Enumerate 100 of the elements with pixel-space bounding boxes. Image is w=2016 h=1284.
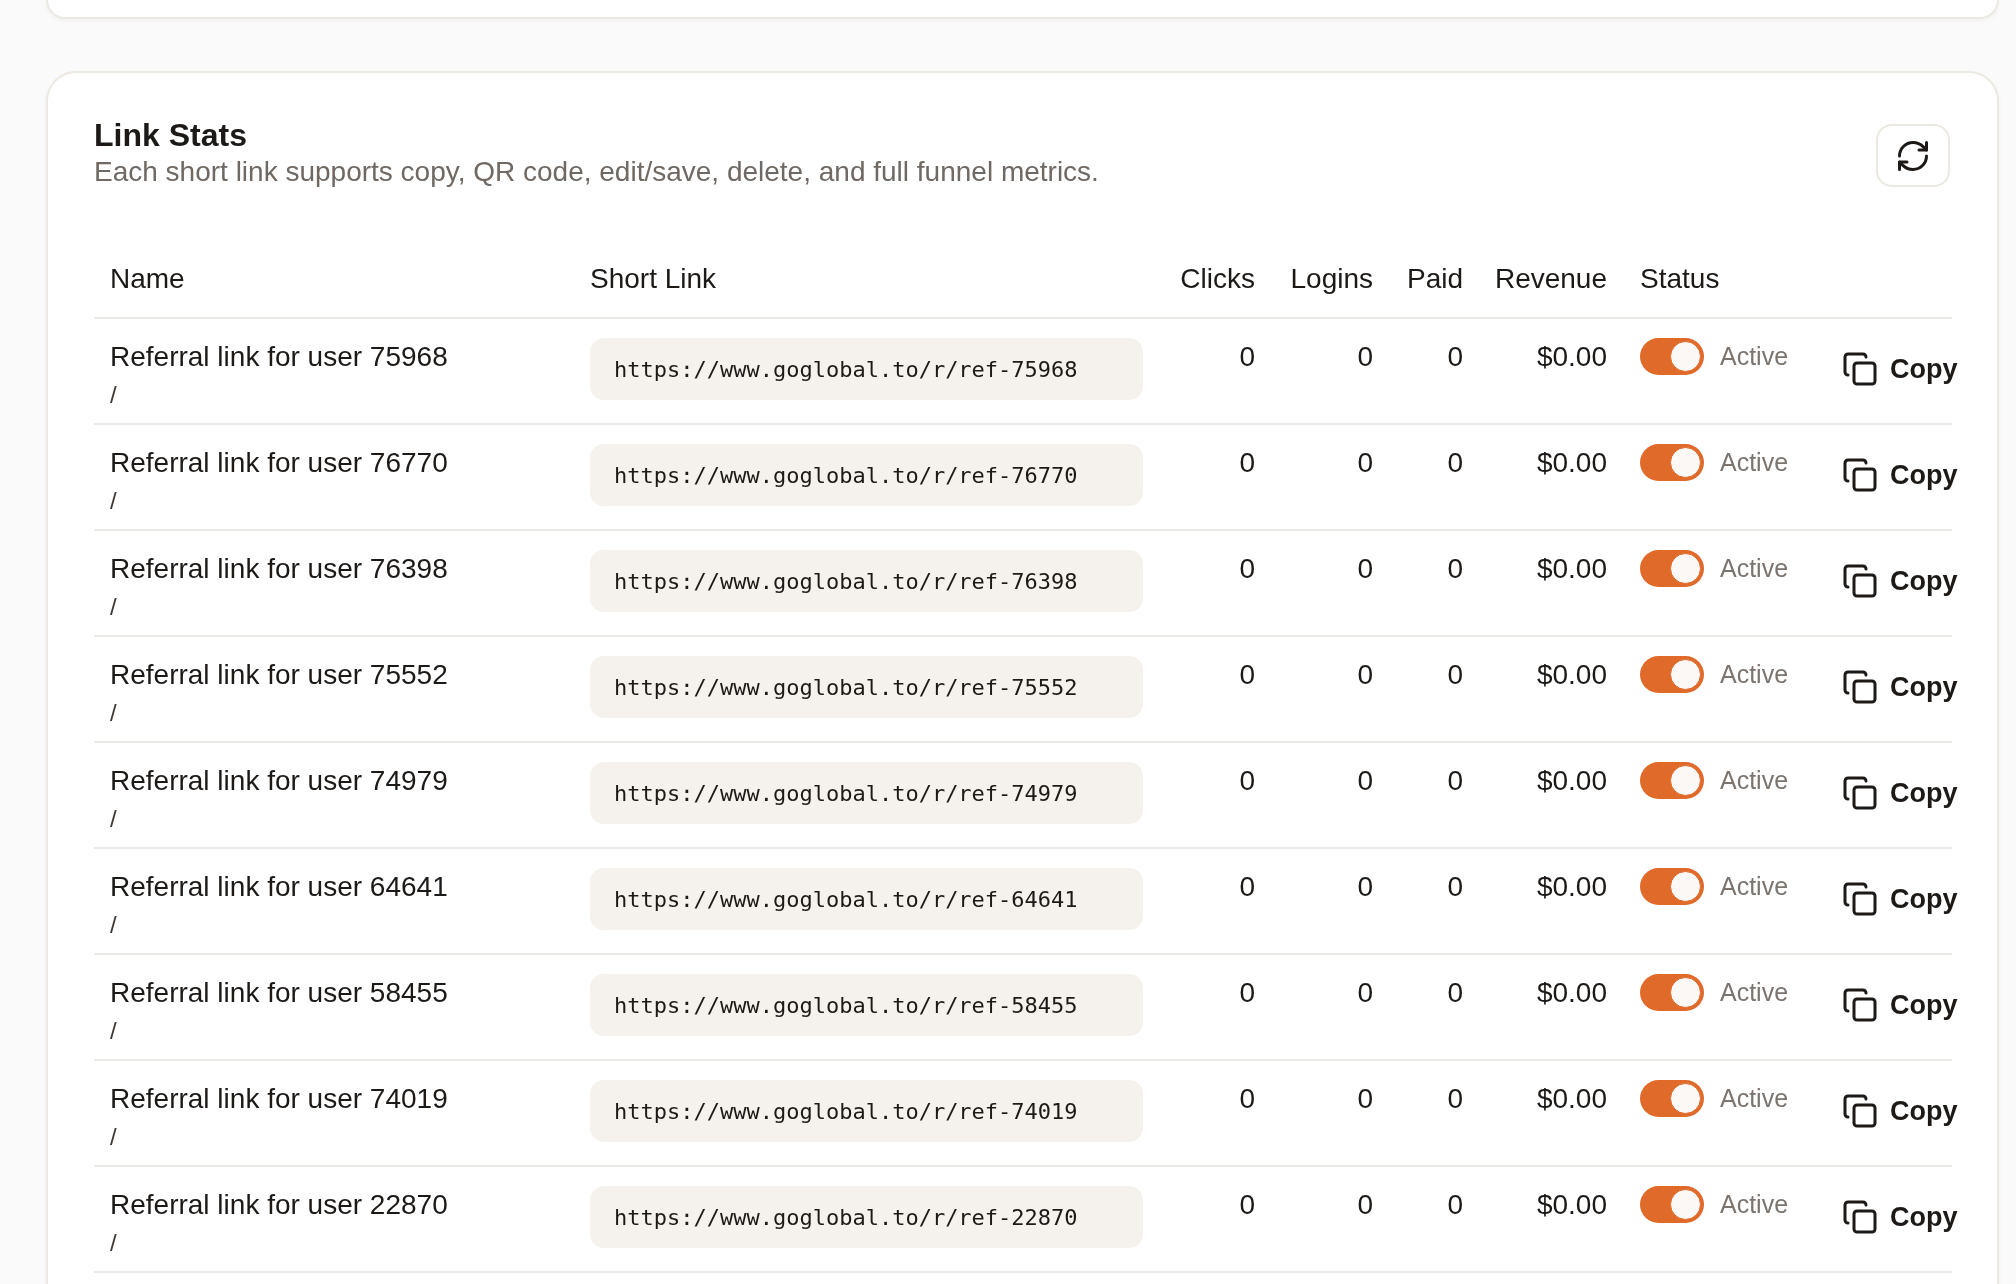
status-toggle[interactable] [1640, 974, 1704, 1011]
clicks-count: 0 [1239, 446, 1255, 480]
revenue-amount: $0.00 [1536, 552, 1607, 586]
copy-icon [1842, 563, 1878, 599]
paid-count: 0 [1447, 658, 1463, 692]
revenue-amount: $0.00 [1536, 976, 1607, 1010]
logins-count: 0 [1357, 870, 1373, 904]
logins-count: 0 [1357, 764, 1373, 798]
short-link-url: https://www.goglobal.to/r/ref-64641 [590, 868, 1143, 930]
link-name: Referral link for user 75552 [110, 658, 449, 692]
status-label: Active [1720, 1083, 1789, 1114]
paid-count: 0 [1447, 446, 1463, 480]
copy-button[interactable]: Copy [1822, 1080, 1964, 1142]
paid-count: 0 [1447, 870, 1463, 904]
status-label: Active [1720, 341, 1789, 372]
status-toggle[interactable] [1640, 550, 1704, 587]
status-toggle[interactable] [1640, 338, 1704, 375]
short-link-url: https://www.goglobal.to/r/ref-76770 [590, 444, 1143, 506]
logins-count: 0 [1357, 552, 1373, 586]
copy-button[interactable]: Copy [1822, 444, 1964, 506]
status-toggle[interactable] [1640, 444, 1704, 481]
paid-count: 0 [1447, 976, 1463, 1010]
revenue-amount: $0.00 [1536, 446, 1607, 480]
logins-count: 0 [1357, 658, 1373, 692]
copy-button[interactable]: Copy [1822, 762, 1964, 824]
status-label: Active [1720, 765, 1789, 796]
short-link-url: https://www.goglobal.to/r/ref-22870 [590, 1186, 1143, 1248]
revenue-amount: $0.00 [1536, 764, 1607, 798]
copy-icon [1842, 987, 1878, 1023]
copy-button[interactable]: Copy [1822, 974, 1964, 1036]
clicks-count: 0 [1239, 552, 1255, 586]
copy-button[interactable]: Copy [1822, 1186, 1964, 1248]
short-link-url: https://www.goglobal.to/r/ref-74019 [590, 1080, 1143, 1142]
clicks-count: 0 [1239, 870, 1255, 904]
link-path: / [110, 592, 117, 622]
short-link-url: https://www.goglobal.to/r/ref-76398 [590, 550, 1143, 612]
column-header: Logins [1290, 263, 1373, 294]
card-title: Link Stats [94, 116, 248, 154]
clicks-count: 0 [1239, 976, 1255, 1010]
paid-count: 0 [1447, 340, 1463, 374]
status-label: Active [1720, 1189, 1789, 1220]
status-toggle[interactable] [1640, 656, 1704, 693]
clicks-count: 0 [1239, 340, 1255, 374]
clicks-count: 0 [1239, 658, 1255, 692]
paid-count: 0 [1447, 1188, 1463, 1222]
status-toggle[interactable] [1640, 1186, 1704, 1223]
revenue-amount: $0.00 [1536, 1188, 1607, 1222]
copy-icon [1842, 881, 1878, 917]
short-link-url: https://www.goglobal.to/r/ref-75552 [590, 656, 1143, 718]
paid-count: 0 [1447, 1082, 1463, 1116]
clicks-count: 0 [1239, 764, 1255, 798]
short-link-url: https://www.goglobal.to/r/ref-74979 [590, 762, 1143, 824]
revenue-amount: $0.00 [1536, 1082, 1607, 1116]
link-name: Referral link for user 58455 [110, 976, 449, 1010]
column-header: Revenue [1494, 263, 1607, 294]
refresh-button[interactable] [1876, 124, 1950, 187]
copy-button[interactable]: Copy [1822, 338, 1964, 400]
copy-button[interactable]: Copy [1822, 550, 1964, 612]
status-label: Active [1720, 871, 1789, 902]
status-label: Active [1720, 977, 1789, 1008]
link-name: Referral link for user 76770 [110, 446, 449, 480]
link-name: Referral link for user 76398 [110, 552, 449, 586]
status-label: Active [1720, 659, 1789, 690]
link-name: Referral link for user 74019 [110, 1082, 449, 1116]
column-header: Clicks [1180, 263, 1255, 294]
logins-count: 0 [1357, 446, 1373, 480]
status-toggle[interactable] [1640, 1080, 1704, 1117]
copy-icon [1842, 1093, 1878, 1129]
copy-icon [1842, 1199, 1878, 1235]
column-header: Status [1640, 263, 1720, 294]
copy-icon [1842, 457, 1878, 493]
status-toggle[interactable] [1640, 868, 1704, 905]
short-link-url: https://www.goglobal.to/r/ref-75968 [590, 338, 1143, 400]
clicks-count: 0 [1239, 1082, 1255, 1116]
revenue-amount: $0.00 [1536, 340, 1607, 374]
paid-count: 0 [1447, 552, 1463, 586]
link-name: Referral link for user 74979 [110, 764, 449, 798]
copy-icon [1842, 775, 1878, 811]
column-header: Name [110, 263, 185, 294]
link-path: / [110, 910, 117, 940]
link-name: Referral link for user 75968 [110, 340, 449, 374]
link-path: / [110, 1016, 117, 1046]
clicks-count: 0 [1239, 1188, 1255, 1222]
logins-count: 0 [1357, 1082, 1373, 1116]
copy-button[interactable]: Copy [1822, 656, 1964, 718]
copy-icon [1842, 669, 1878, 705]
logins-count: 0 [1357, 1188, 1373, 1222]
copy-button[interactable]: Copy [1822, 868, 1964, 930]
link-path: / [110, 698, 117, 728]
revenue-amount: $0.00 [1536, 870, 1607, 904]
status-label: Active [1720, 553, 1789, 584]
status-toggle[interactable] [1640, 762, 1704, 799]
paid-count: 0 [1447, 764, 1463, 798]
link-path: / [110, 486, 117, 516]
card-subtitle: Each short link supports copy, QR code, edit/save, delete, and full funnel metrics. [94, 155, 1099, 189]
link-path: / [110, 804, 117, 834]
copy-icon [1842, 351, 1878, 387]
logins-count: 0 [1357, 340, 1373, 374]
link-path: / [110, 1228, 117, 1258]
link-name: Referral link for user 64641 [110, 870, 449, 904]
